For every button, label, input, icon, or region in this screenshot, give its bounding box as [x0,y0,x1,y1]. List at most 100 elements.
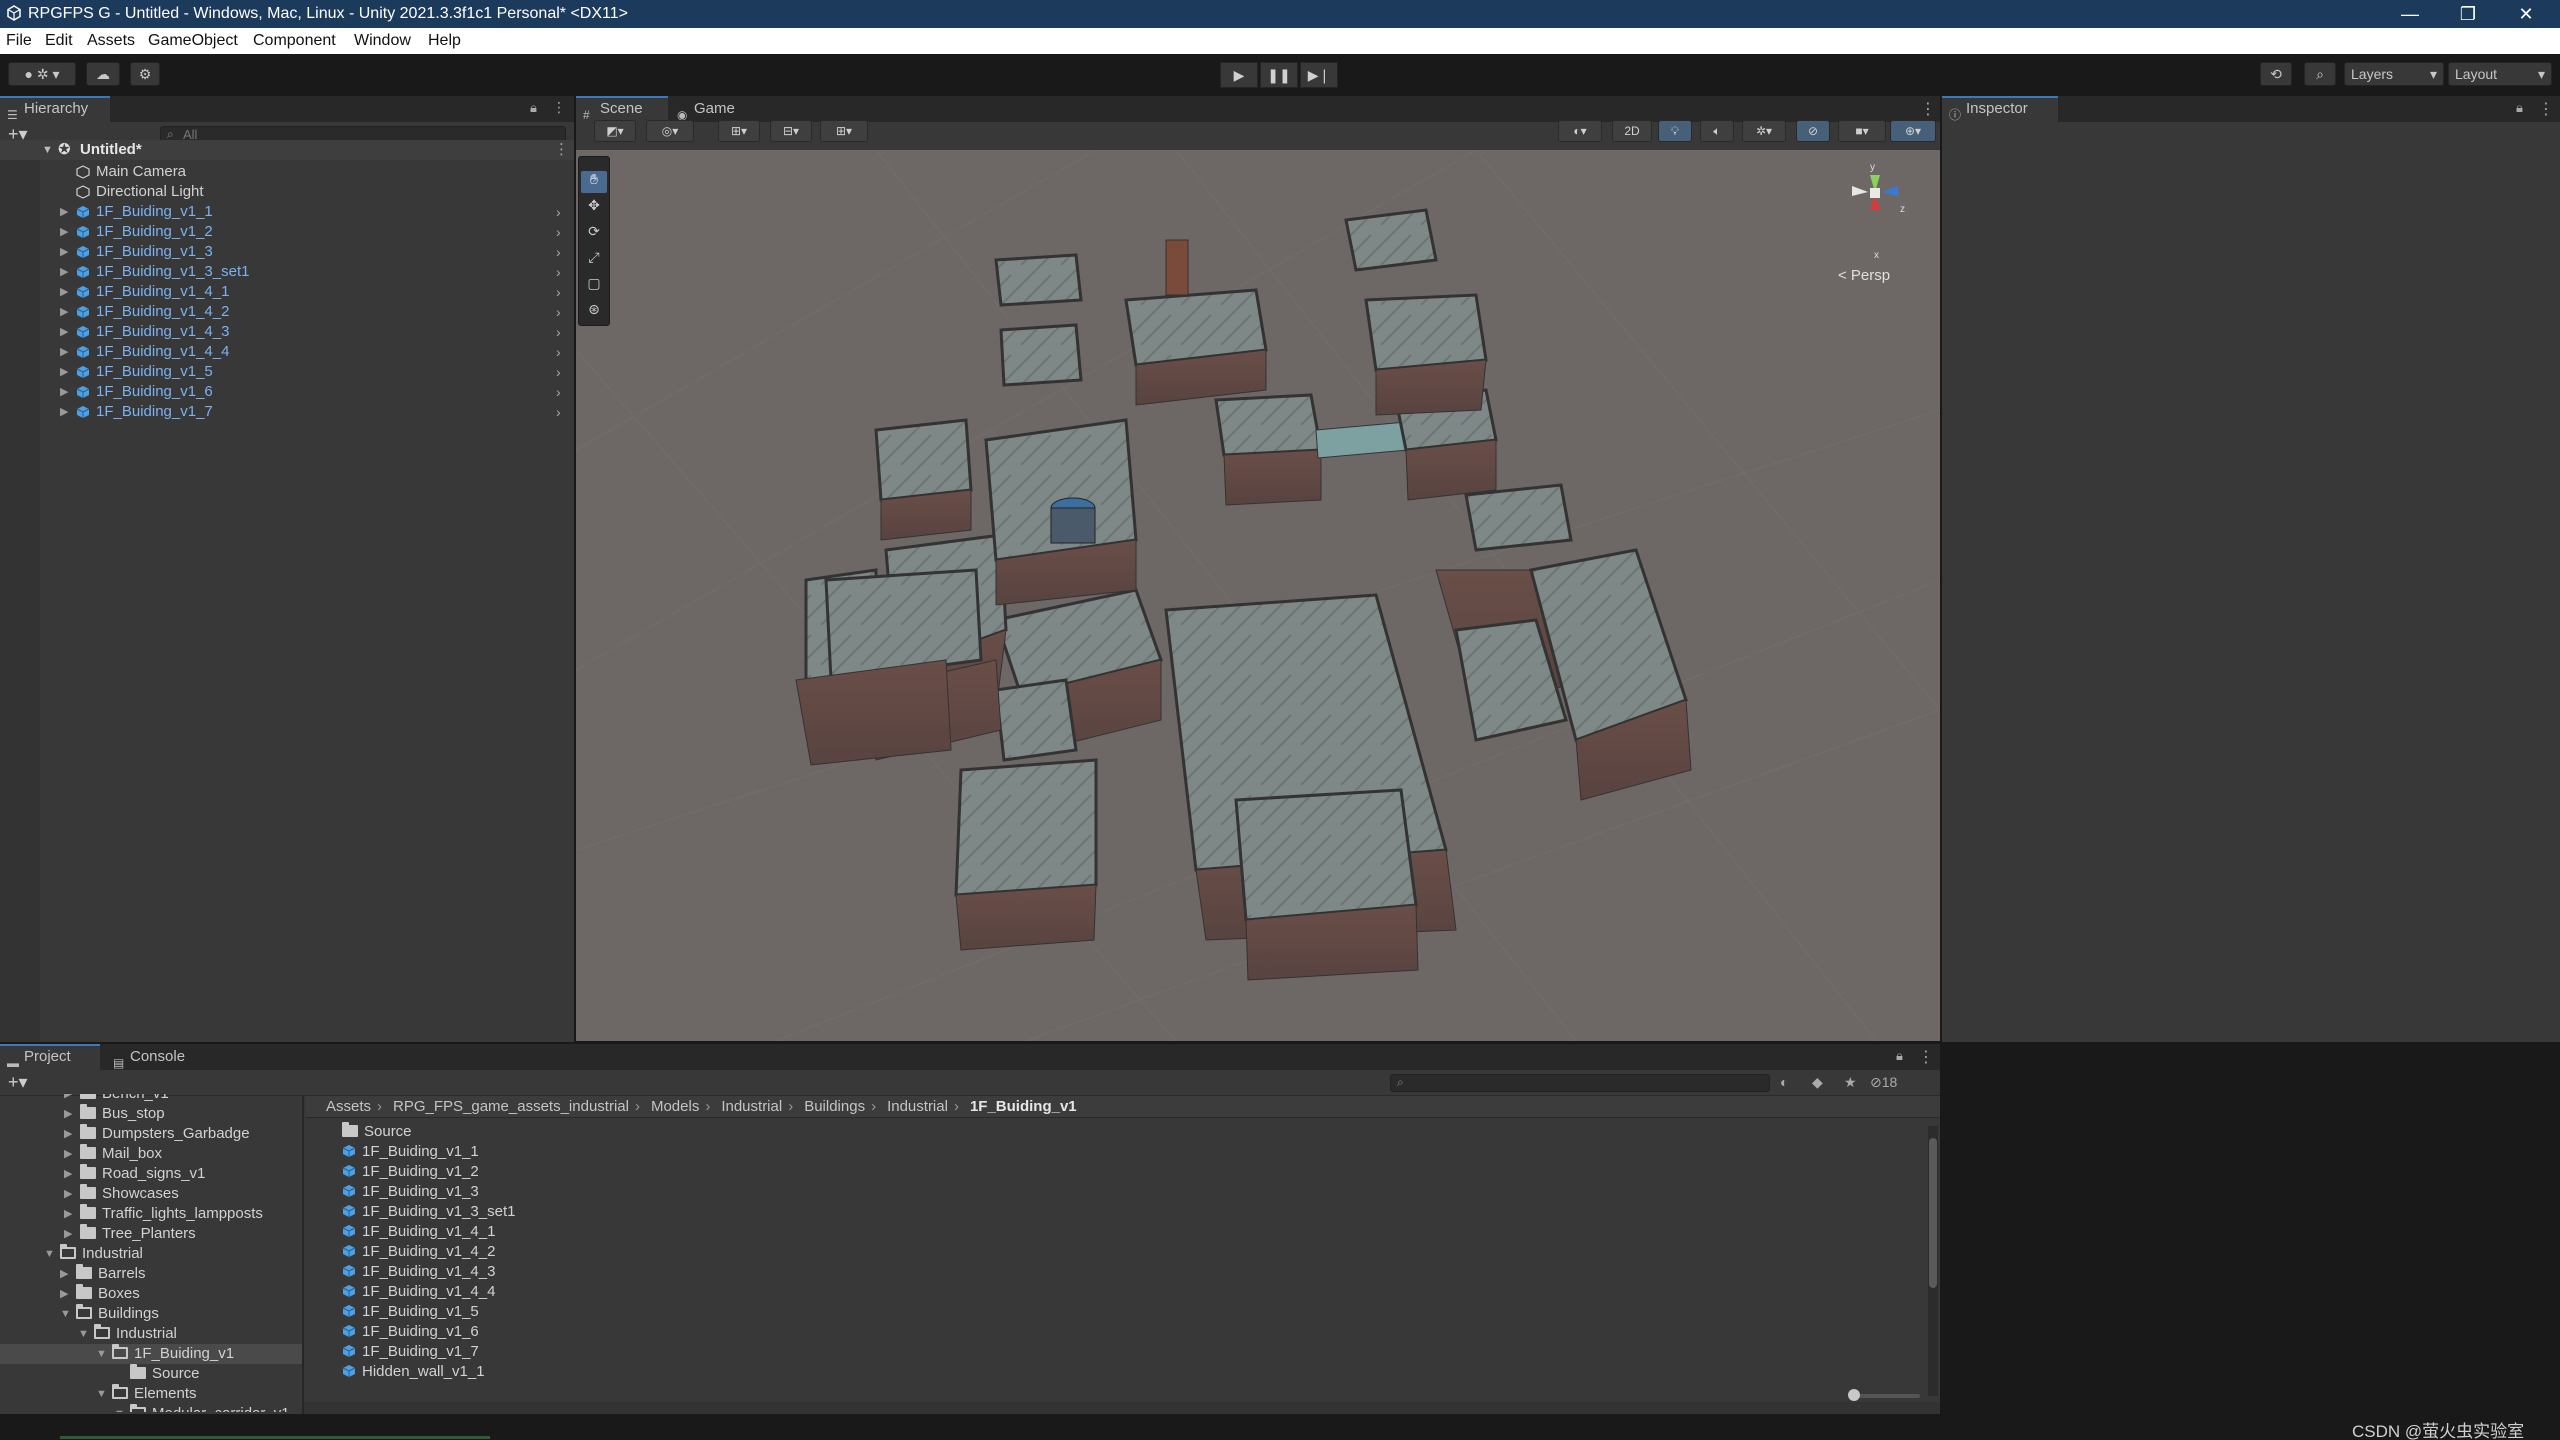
close-button[interactable]: ✕ [2498,0,2554,28]
chevron-right-icon[interactable]: ▶ [60,222,68,242]
chevron-right-icon[interactable]: ▶ [64,1124,72,1144]
tab-scene[interactable]: # Scene [576,96,668,122]
open-prefab-icon[interactable]: › [556,202,561,222]
layers-dropdown[interactable]: Layers ▾ [2344,62,2444,86]
move-tool-icon[interactable]: ✥ [581,197,607,219]
project-asset-item[interactable]: 1F_Buiding_v1_5 [342,1302,479,1322]
rect-tool-icon[interactable]: ▢ [581,275,607,297]
project-asset-item[interactable]: 1F_Buiding_v1_2 [342,1162,479,1182]
cloud-icon[interactable]: ☁ [86,62,120,86]
hidden-packages-icon[interactable]: ⊘18 [1870,1074,1897,1091]
lock-icon[interactable]: 🔒︎ [2516,100,2523,116]
effects-toggle-icon[interactable]: ✲▾ [1742,120,1786,142]
collab-icon[interactable]: ⚙ [130,62,160,86]
favorite-icon[interactable]: ★ [1844,1074,1857,1091]
hierarchy-item[interactable]: Directional Light [0,182,574,202]
chevron-right-icon[interactable]: ▶ [64,1224,72,1244]
project-tree-item[interactable]: ▼ Elements [0,1384,302,1404]
open-prefab-icon[interactable]: › [556,322,561,342]
breadcrumb-item[interactable]: RPG_FPS_game_assets_industrial [393,1098,629,1115]
project-tree-item[interactable]: ▶ Showcases [0,1184,302,1204]
chevron-right-icon[interactable]: ▶ [60,362,68,382]
project-asset-item[interactable]: 1F_Buiding_v1_7 [342,1342,479,1362]
chevron-right-icon[interactable]: ▶ [60,322,68,342]
project-asset-item[interactable]: Hidden_wall_v1_1 [342,1362,485,1382]
chevron-right-icon[interactable]: ▶ [64,1144,72,1164]
pause-button[interactable]: ❚❚ [1260,62,1298,88]
hierarchy-item[interactable]: ▶ 1F_Buiding_v1_1 › [0,202,574,222]
project-tree-item[interactable]: ▼ Industrial [0,1324,302,1344]
restore-button[interactable]: ❐ [2440,0,2496,28]
tree-scrollbar[interactable] [306,1166,312,1386]
breadcrumb-item[interactable]: Industrial [721,1098,782,1115]
project-asset-item[interactable]: 1F_Buiding_v1_6 [342,1322,479,1342]
snap-increment-button[interactable]: ⊟▾ [770,120,812,142]
project-tree-item[interactable]: ▼ Buildings [0,1304,302,1324]
hierarchy-item[interactable]: ▶ 1F_Buiding_v1_3 › [0,242,574,262]
chevron-right-icon[interactable]: ▶ [64,1204,72,1224]
breadcrumb-item[interactable]: Models [651,1098,699,1115]
open-prefab-icon[interactable]: › [556,222,561,242]
gizmos-button[interactable]: ⊕▾ [1890,120,1936,142]
scrollbar-thumb[interactable] [1929,1138,1937,1288]
project-tree-item[interactable]: ▶ Boxes [0,1284,302,1304]
open-prefab-icon[interactable]: › [556,302,561,322]
more-icon[interactable]: ⋮ [2538,99,2554,119]
menu-component[interactable]: Component [253,32,336,50]
tab-game[interactable]: ◉ Game [670,96,750,122]
breadcrumb-item[interactable]: Industrial [887,1098,948,1115]
audio-toggle-icon[interactable]: 🔈︎ [1700,120,1734,142]
open-prefab-icon[interactable]: › [556,282,561,302]
menu-edit[interactable]: Edit [45,32,73,50]
transform-tool-icon[interactable]: ⊛ [581,301,607,323]
project-asset-item[interactable]: 1F_Buiding_v1_4_1 [342,1222,495,1242]
hierarchy-item[interactable]: ▶ 1F_Buiding_v1_7 › [0,402,574,422]
project-tree-item[interactable]: ▶ Traffic_lights_lampposts [0,1204,302,1224]
scale-tool-icon[interactable]: ⤢ [581,249,607,271]
hierarchy-item[interactable]: ▶ 1F_Buiding_v1_4_4 › [0,342,574,362]
chevron-right-icon[interactable]: ▶ [60,302,68,322]
project-asset-item[interactable]: 1F_Buiding_v1_4_2 [342,1242,495,1262]
shading-mode-button[interactable]: ◐▾ [1558,120,1602,142]
menu-assets[interactable]: Assets [87,32,135,50]
hierarchy-item[interactable]: ▶ 1F_Buiding_v1_4_1 › [0,282,574,302]
open-prefab-icon[interactable]: › [556,382,561,402]
chevron-down-icon[interactable]: ▼ [78,1324,89,1344]
project-tree-item[interactable]: ▶ Bus_stop [0,1104,302,1124]
project-tree-item[interactable]: Source [0,1364,302,1384]
hidden-objects-icon[interactable]: ⊘ [1796,120,1830,142]
open-prefab-icon[interactable]: › [556,362,561,382]
history-icon[interactable]: ⟲ [2260,62,2292,86]
hierarchy-item[interactable]: ▶ 1F_Buiding_v1_6 › [0,382,574,402]
tab-inspector[interactable]: ⓘ Inspector [1942,96,2058,122]
icon-size-slider[interactable] [1848,1389,1920,1401]
breadcrumb-item[interactable]: 1F_Buiding_v1 [970,1098,1077,1115]
more-icon[interactable]: ⋮ [1918,1047,1934,1067]
tab-console[interactable]: ▤ Console [106,1044,206,1070]
open-prefab-icon[interactable]: › [556,262,561,282]
open-prefab-icon[interactable]: › [556,342,561,362]
chevron-right-icon[interactable]: ▶ [60,262,68,282]
chevron-down-icon[interactable]: ▼ [96,1384,107,1404]
filter-type-icon[interactable]: ◐ [1780,1074,1788,1090]
draw-mode-button[interactable]: ◩▾ [594,120,636,142]
persp-label[interactable]: < Persp [1838,267,1890,284]
file-scrollbar[interactable] [1928,1126,1938,1396]
more-icon[interactable]: ⋮ [1920,99,1936,119]
project-asset-item[interactable]: 1F_Buiding_v1_3 [342,1182,479,1202]
project-asset-item[interactable]: 1F_Buiding_v1_3_set1 [342,1202,515,1222]
scene-viewport[interactable]: ✋︎ ✥ ⟳ ⤢ ▢ ⊛ y z x < Persp [576,150,1940,1041]
chevron-right-icon[interactable]: ▶ [60,342,68,362]
rotate-tool-icon[interactable]: ⟳ [581,223,607,245]
chevron-right-icon[interactable]: ▶ [60,282,68,302]
open-prefab-icon[interactable]: › [556,242,561,262]
chevron-right-icon[interactable]: ▶ [64,1104,72,1124]
lighting-toggle-icon[interactable]: 💡︎ [1658,120,1692,142]
scene-root-row[interactable]: ▼ ✪ Untitled* ⋮ [0,140,574,160]
menu-help[interactable]: Help [428,32,461,50]
hierarchy-item[interactable]: Main Camera [0,162,574,182]
chevron-right-icon[interactable]: ▶ [60,1264,68,1284]
chevron-right-icon[interactable]: ▶ [60,202,68,222]
breadcrumb-item[interactable]: Assets [326,1098,371,1115]
render-mode-button[interactable]: ◎▾ [646,120,694,142]
